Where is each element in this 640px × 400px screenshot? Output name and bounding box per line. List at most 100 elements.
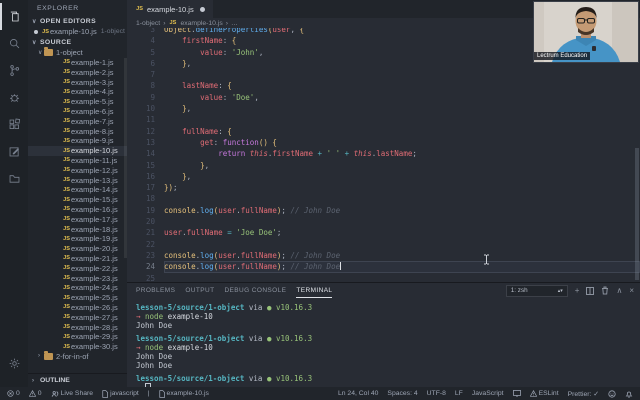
search-icon[interactable] bbox=[0, 30, 28, 57]
file-item-example-1[interactable]: JS example-1.js bbox=[28, 58, 127, 68]
file-item-example-8[interactable]: JS example-8.js bbox=[28, 126, 127, 136]
status-text[interactable]: LF bbox=[455, 390, 463, 397]
file-item-example-14[interactable]: JS example-14.js bbox=[28, 185, 127, 195]
edit-box-icon[interactable] bbox=[0, 138, 28, 165]
tab-example-10[interactable]: JS example-10.js bbox=[127, 0, 213, 18]
code-line-21[interactable]: 21 user.fullName = 'Joe Doe'; bbox=[127, 227, 640, 238]
breadcrumb-symbol[interactable]: … bbox=[231, 20, 238, 27]
editor-scrollbar[interactable] bbox=[635, 148, 639, 280]
kill-terminal-icon[interactable] bbox=[601, 286, 609, 295]
panel-tab-output[interactable]: OUTPUT bbox=[185, 283, 214, 298]
status-error[interactable]: 0 bbox=[7, 390, 20, 397]
code-line-12[interactable]: 12 fullName: { bbox=[127, 126, 640, 137]
code-line-9[interactable]: 9 value: 'Doe', bbox=[127, 92, 640, 103]
maximize-panel-icon[interactable]: ∧ bbox=[616, 286, 622, 295]
code-line-22[interactable]: 22 bbox=[127, 239, 640, 250]
status-live-share[interactable]: Live Share bbox=[51, 390, 93, 398]
code-line-18[interactable]: 18 bbox=[127, 193, 640, 204]
terminal-command-line: → node example-10 bbox=[136, 312, 213, 321]
code-area[interactable]: 3 Object.defineProperties(user, {4 firstN… bbox=[127, 24, 640, 282]
file-item-example-4[interactable]: JS example-4.js bbox=[28, 87, 127, 97]
manage-gear-icon[interactable] bbox=[0, 350, 28, 377]
code-line-17[interactable]: 17}); bbox=[127, 182, 640, 193]
folder-item-2-for-in-of[interactable]: › 2-for-in-of bbox=[28, 350, 127, 362]
status-feedback-smiley[interactable] bbox=[608, 389, 616, 398]
file-item-example-6[interactable]: JS example-6.js bbox=[28, 107, 127, 117]
code-line-20[interactable]: 20 bbox=[127, 216, 640, 227]
code-line-13[interactable]: 13 get: function() { bbox=[127, 137, 640, 148]
file-item-example-15[interactable]: JS example-15.js bbox=[28, 195, 127, 205]
panel-tab-problems[interactable]: PROBLEMS bbox=[136, 283, 175, 298]
file-item-example-21[interactable]: JS example-21.js bbox=[28, 254, 127, 264]
file-item-example-25[interactable]: JS example-25.js bbox=[28, 293, 127, 303]
breadcrumb-folder[interactable]: 1-object bbox=[136, 20, 160, 27]
file-item-example-9[interactable]: JS example-9.js bbox=[28, 136, 127, 146]
file-item-example-7[interactable]: JS example-7.js bbox=[28, 116, 127, 126]
folder-explorer-icon[interactable] bbox=[0, 165, 28, 192]
source-section-header[interactable]: ∨ SOURCE bbox=[28, 37, 127, 48]
close-panel-icon[interactable]: × bbox=[629, 286, 634, 295]
file-item-example-12[interactable]: JS example-12.js bbox=[28, 165, 127, 175]
folder-item-1-object[interactable]: ∨ 1-object bbox=[28, 47, 127, 58]
file-item-example-16[interactable]: JS example-16.js bbox=[28, 205, 127, 215]
terminal-shell-select[interactable]: 1: zsh ▴▾ bbox=[505, 284, 568, 297]
panel-tab-debug-console[interactable]: DEBUG CONSOLE bbox=[224, 283, 286, 298]
source-control-icon[interactable] bbox=[0, 57, 28, 84]
file-item-example-26[interactable]: JS example-26.js bbox=[28, 303, 127, 313]
status-text[interactable]: Spaces: 4 bbox=[387, 390, 417, 397]
code-line-14[interactable]: 14 return this.firstName + ' ' + this.la… bbox=[127, 148, 640, 159]
code-line-16[interactable]: 16 }, bbox=[127, 171, 640, 182]
code-line-7[interactable]: 7 bbox=[127, 69, 640, 80]
status-text[interactable]: UTF-8 bbox=[427, 390, 446, 397]
status-text[interactable]: Prettier: ✓ bbox=[568, 390, 599, 398]
code-line-10[interactable]: 10 }, bbox=[127, 103, 640, 114]
file-item-example-11[interactable]: JS example-11.js bbox=[28, 156, 127, 166]
status-file[interactable]: example-10.js bbox=[158, 389, 209, 398]
extensions-icon[interactable] bbox=[0, 111, 28, 138]
split-terminal-icon[interactable] bbox=[586, 286, 595, 295]
explorer-icon[interactable] bbox=[0, 3, 28, 30]
file-item-example-24[interactable]: JS example-24.js bbox=[28, 283, 127, 293]
file-item-example-22[interactable]: JS example-22.js bbox=[28, 263, 127, 273]
terminal-output[interactable]: lesson-5/source/1-object via ● v10.16.3 →… bbox=[127, 298, 640, 393]
outline-section-header[interactable]: › OUTLINE bbox=[28, 373, 127, 387]
debug-icon[interactable] bbox=[0, 84, 28, 111]
file-item-example-5[interactable]: JS example-5.js bbox=[28, 97, 127, 107]
file-item-example-18[interactable]: JS example-18.js bbox=[28, 224, 127, 234]
code-line-11[interactable]: 11 bbox=[127, 114, 640, 125]
js-file-icon: JS bbox=[63, 196, 70, 203]
panel-tab-terminal[interactable]: TERMINAL bbox=[296, 283, 333, 298]
file-item-example-23[interactable]: JS example-23.js bbox=[28, 273, 127, 283]
file-item-example-17[interactable]: JS example-17.js bbox=[28, 214, 127, 224]
code-line-8[interactable]: 8 lastName: { bbox=[127, 80, 640, 91]
file-item-example-10[interactable]: JS example-10.js bbox=[28, 145, 127, 156]
code-line-24[interactable]: 24 console.log(user.fullName); // John Do… bbox=[127, 261, 640, 273]
status-warning[interactable]: 0 bbox=[28, 390, 42, 397]
file-item-example-30[interactable]: JS example-30.js bbox=[28, 342, 127, 352]
status-text[interactable]: JavaScript bbox=[472, 390, 504, 397]
status-bell[interactable] bbox=[625, 390, 633, 398]
feedback-smiley-icon bbox=[608, 389, 616, 398]
file-item-example-20[interactable]: JS example-20.js bbox=[28, 244, 127, 254]
file-item-example-27[interactable]: JS example-27.js bbox=[28, 312, 127, 322]
status-screencast[interactable] bbox=[512, 390, 521, 397]
code-line-25[interactable]: 25 bbox=[127, 273, 640, 282]
file-item-example-28[interactable]: JS example-28.js bbox=[28, 322, 127, 332]
line-text: fullName: { bbox=[182, 126, 232, 136]
file-item-example-3[interactable]: JS example-3.js bbox=[28, 77, 127, 87]
status-text[interactable]: Ln 24, Col 40 bbox=[338, 390, 378, 397]
file-item-example-19[interactable]: JS example-19.js bbox=[28, 234, 127, 244]
breadcrumb-file[interactable]: example-10.js bbox=[180, 20, 222, 27]
file-item-example-13[interactable]: JS example-13.js bbox=[28, 175, 127, 185]
code-line-15[interactable]: 15 }, bbox=[127, 160, 640, 171]
status-warning[interactable]: ESLint bbox=[529, 390, 559, 397]
new-terminal-icon[interactable]: + bbox=[575, 286, 580, 295]
code-line-23[interactable]: 23 console.log(user.fullName); // John Do… bbox=[127, 250, 640, 261]
open-editors-header[interactable]: ∨ OPEN EDITORS bbox=[28, 16, 127, 27]
open-editor-item[interactable]: JS example-10.js 1-object bbox=[28, 27, 127, 37]
file-item-example-29[interactable]: JS example-29.js bbox=[28, 332, 127, 342]
code-line-19[interactable]: 19 console.log(user.fullName); // John Do… bbox=[127, 205, 640, 216]
js-file-icon: JS bbox=[63, 275, 70, 282]
file-item-example-2[interactable]: JS example-2.js bbox=[28, 67, 127, 77]
status-file[interactable]: javascript bbox=[102, 389, 139, 398]
